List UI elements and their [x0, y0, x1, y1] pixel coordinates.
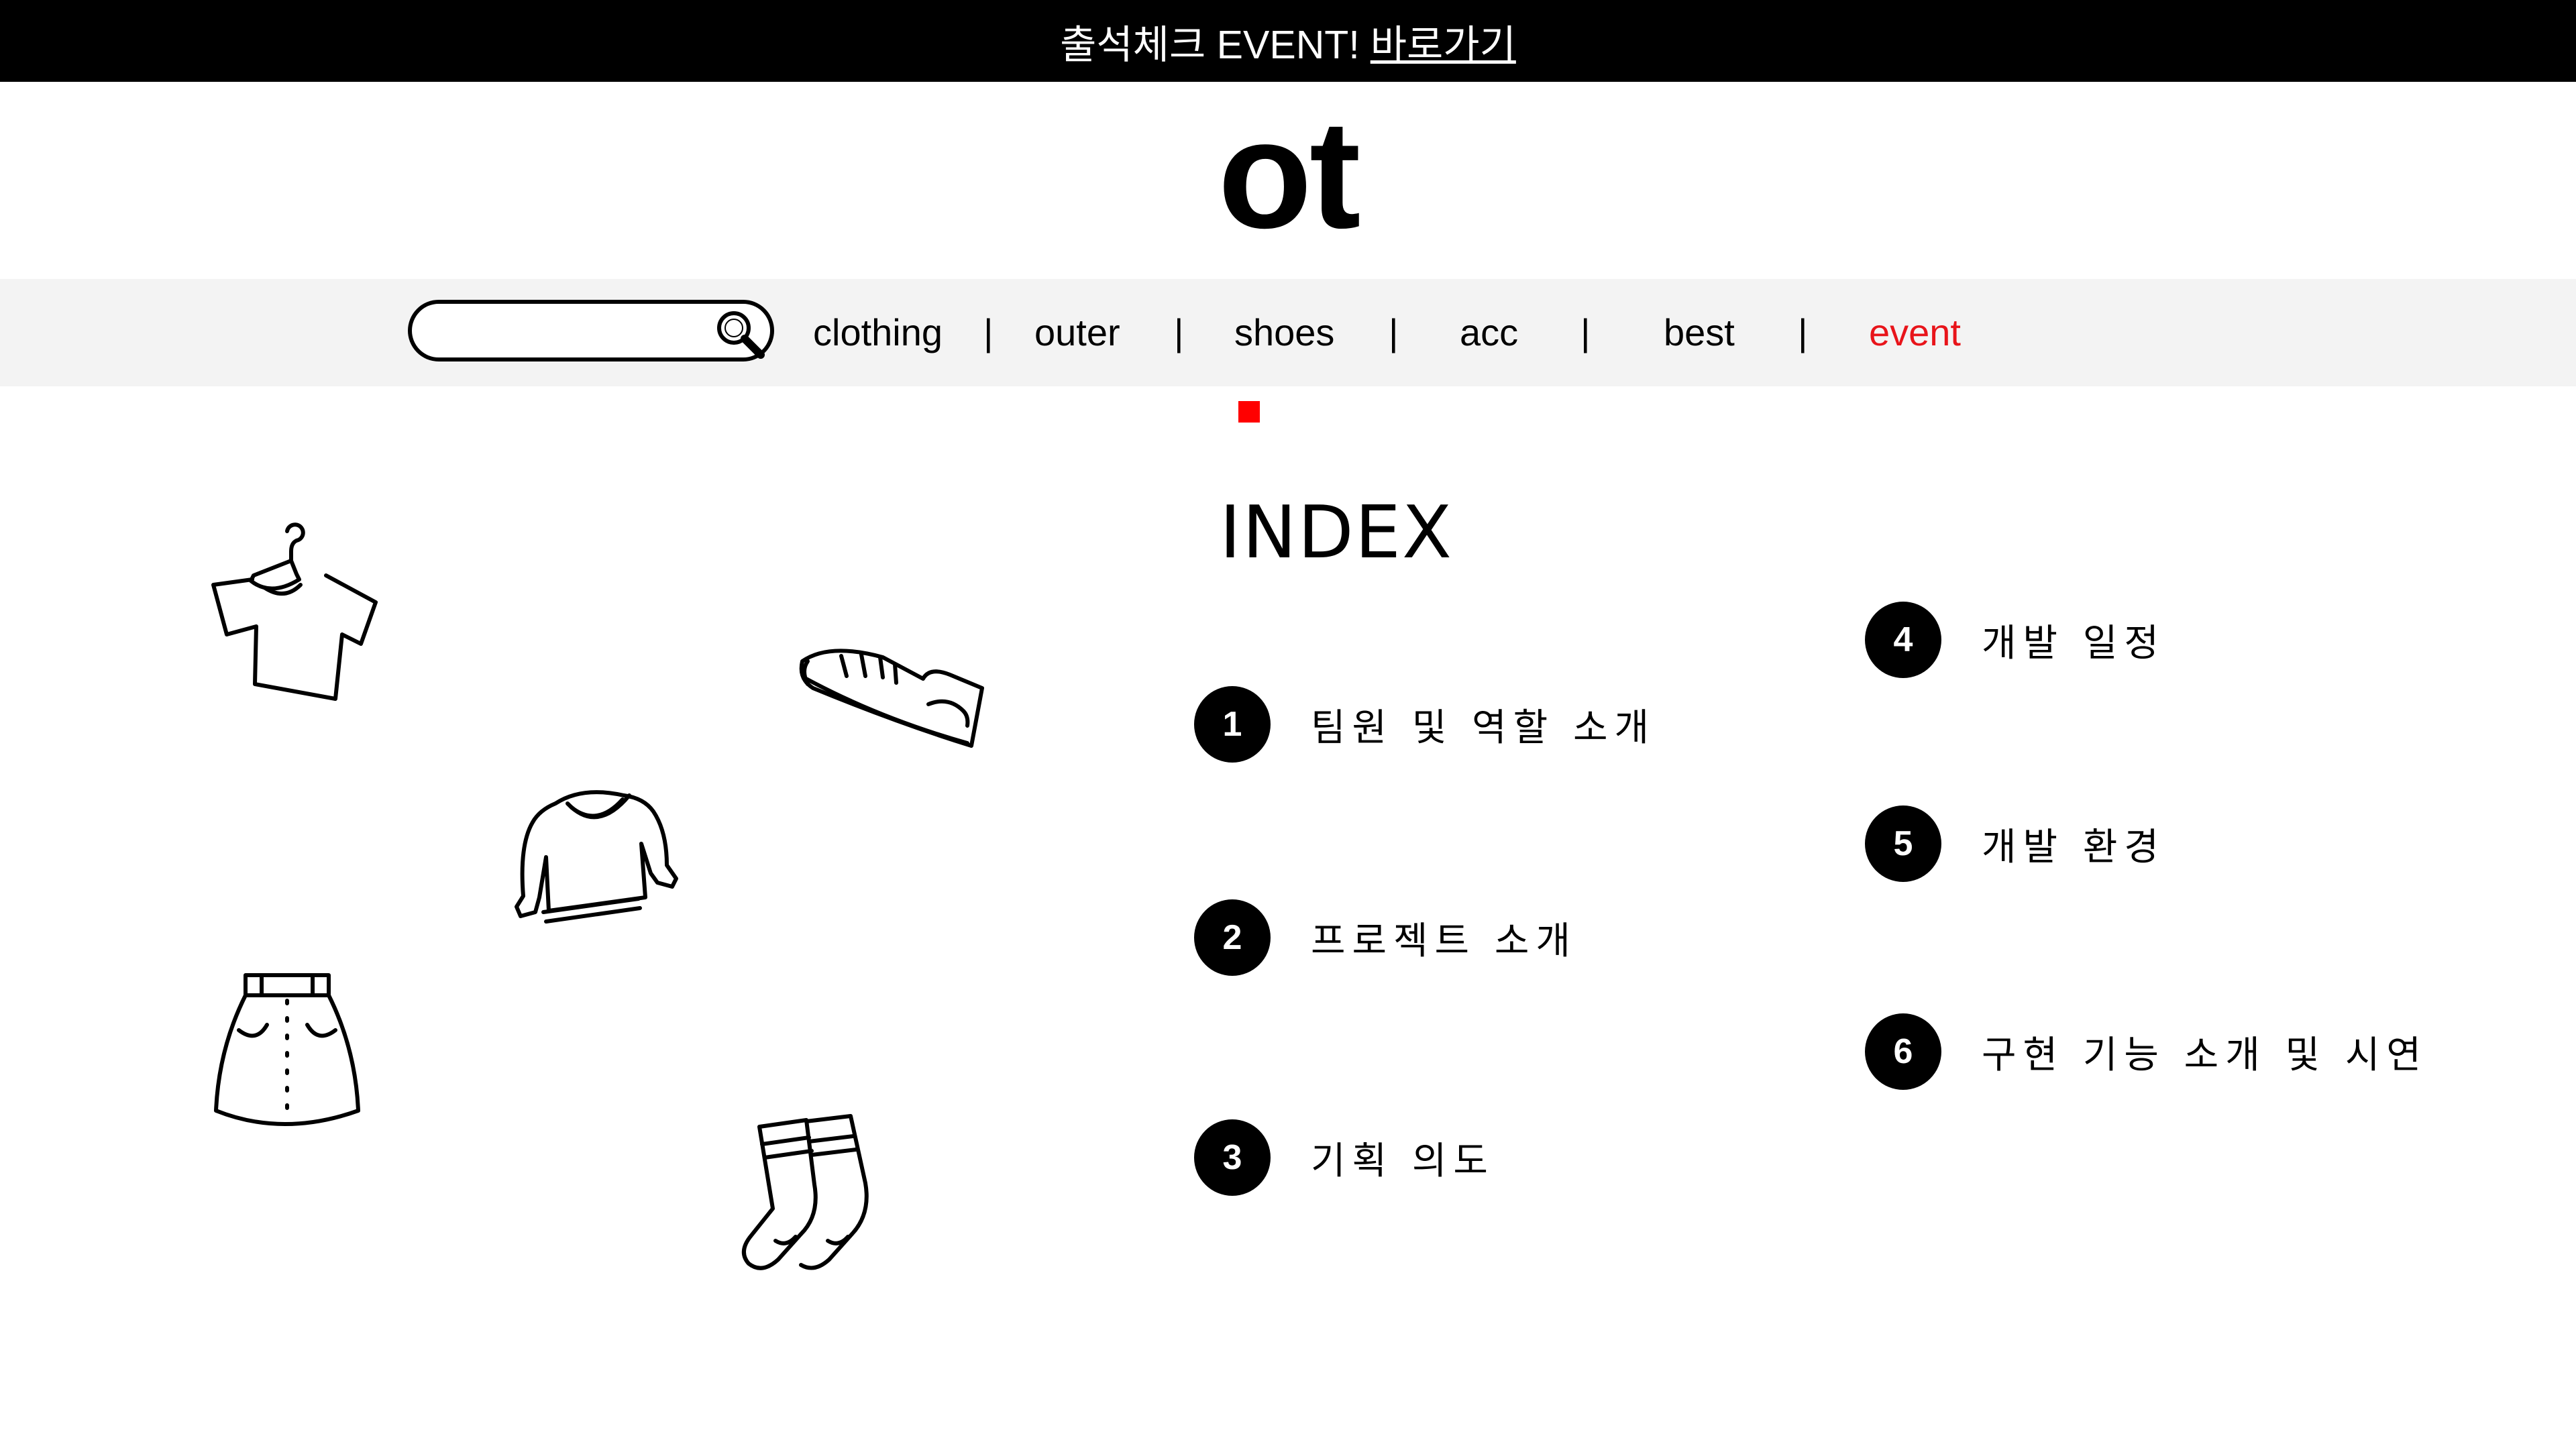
index-number-badge: 4 — [1865, 602, 1941, 678]
search-box[interactable] — [408, 300, 774, 361]
nav-item-acc[interactable]: acc — [1460, 279, 1518, 386]
index-item-4[interactable]: 4 개발 일정 — [1865, 600, 2165, 680]
nav-item-shoes[interactable]: shoes — [1234, 279, 1334, 386]
index-number-badge: 2 — [1194, 899, 1271, 976]
index-number-badge: 1 — [1194, 686, 1271, 763]
index-item-1[interactable]: 1 팀원 및 역할 소개 — [1194, 684, 1656, 765]
announcement-bar: 출석체크 EVENT! 바로가기 — [0, 0, 2576, 82]
index-item-2[interactable]: 2 프로젝트 소개 — [1194, 897, 1577, 978]
sweatshirt-icon — [515, 783, 678, 931]
index-item-label: 개발 일정 — [1982, 621, 2165, 665]
socks-icon — [741, 1113, 881, 1274]
index-item-label: 구현 기능 소개 및 시연 — [1982, 1033, 2428, 1077]
search-icon[interactable] — [714, 308, 767, 359]
nav-separator: | — [1798, 311, 1808, 353]
index-item-label: 개발 환경 — [1982, 825, 2165, 869]
nav-separator: | — [983, 311, 994, 353]
index-item-label: 팀원 및 역할 소개 — [1311, 706, 1656, 750]
nav-item-best[interactable]: best — [1664, 279, 1735, 386]
tshirt-hanger-icon — [201, 520, 378, 701]
index-item-label: 프로젝트 소개 — [1311, 919, 1577, 963]
nav-separator: | — [1389, 311, 1399, 353]
nav-item-event[interactable]: event — [1869, 279, 1961, 386]
announcement-text: 출석체크 EVENT! — [1060, 22, 1360, 67]
index-item-5[interactable]: 5 개발 환경 — [1865, 803, 2165, 884]
index-title: INDEX — [1220, 491, 1454, 575]
nav-bar: clothing | outer | shoes | acc | best | … — [0, 279, 2576, 386]
site-logo[interactable]: ot — [0, 94, 2576, 255]
active-indicator — [1238, 401, 1260, 423]
index-item-6[interactable]: 6 구현 기능 소개 및 시연 — [1865, 1011, 2428, 1092]
nav-item-clothing[interactable]: clothing — [813, 279, 943, 386]
index-number-badge: 6 — [1865, 1013, 1941, 1090]
skirt-icon — [212, 970, 362, 1131]
nav-separator: | — [1174, 311, 1184, 353]
sneaker-icon — [794, 637, 989, 751]
nav-separator: | — [1580, 311, 1591, 353]
index-item-3[interactable]: 3 기획 의도 — [1194, 1117, 1495, 1198]
search-input[interactable] — [432, 311, 703, 352]
index-number-badge: 5 — [1865, 805, 1941, 882]
nav-item-outer[interactable]: outer — [1034, 279, 1120, 386]
index-number-badge: 3 — [1194, 1119, 1271, 1196]
announcement-link[interactable]: 바로가기 — [1371, 13, 1516, 70]
index-item-label: 기획 의도 — [1311, 1139, 1495, 1183]
